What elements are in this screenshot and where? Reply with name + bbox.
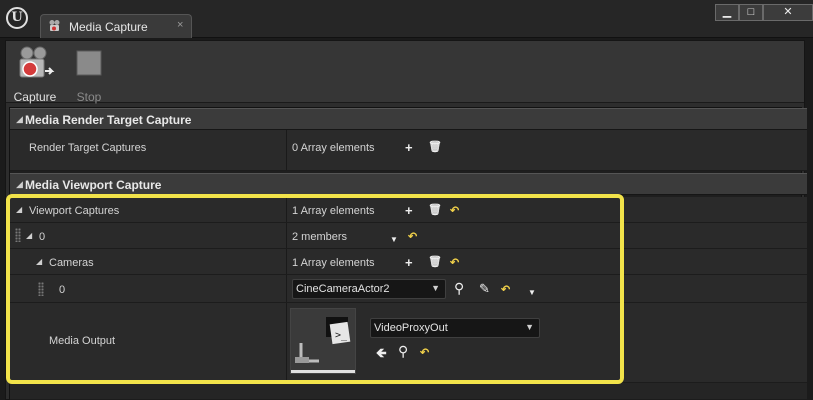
close-button[interactable]: ✕ — [763, 4, 813, 21]
minimize-button[interactable]: ▁ — [715, 4, 739, 21]
section-viewport-capture[interactable]: ◢ Media Viewport Capture — [10, 173, 807, 195]
capture-label: Capture — [13, 90, 57, 104]
unreal-logo-icon: U — [6, 7, 28, 29]
collapse-arrow-icon[interactable]: ◢ — [16, 114, 23, 125]
section-title: Media Viewport Capture — [25, 178, 162, 192]
add-element-icon[interactable]: + — [405, 141, 413, 154]
section-title: Media Render Target Capture — [25, 113, 192, 127]
highlight-box — [6, 194, 624, 384]
window-controls: ▁ □ ✕ — [715, 4, 813, 22]
column-divider[interactable] — [286, 130, 287, 170]
row-render-target-captures: Render Target Captures 0 Array elements … — [10, 130, 807, 171]
tab-close-icon[interactable]: × — [177, 19, 183, 31]
panel-bottom-row — [10, 383, 807, 400]
media-capture-tab-icon — [49, 20, 60, 31]
delete-all-icon[interactable]: 🗑 — [428, 141, 442, 154]
maximize-button[interactable]: □ — [739, 4, 763, 21]
tab-media-capture[interactable]: Media Capture × — [40, 14, 192, 38]
stop-label: Stop — [76, 90, 102, 104]
tab-title: Media Capture — [69, 20, 148, 34]
capture-camera-icon — [19, 46, 55, 78]
section-render-target-capture[interactable]: ◢ Media Render Target Capture — [10, 108, 807, 130]
array-count: 0 Array elements — [292, 142, 375, 154]
capture-button[interactable]: Capture — [11, 45, 59, 104]
collapse-arrow-icon[interactable]: ◢ — [16, 179, 23, 190]
stop-icon — [76, 50, 102, 76]
stop-button[interactable]: Stop — [65, 45, 113, 104]
property-name: Render Target Captures — [29, 142, 147, 154]
title-bar: U Media Capture × ▁ □ ✕ — [0, 0, 813, 38]
property-value: 0 Array elements + 🗑 — [292, 130, 807, 170]
toolbar: Capture Stop — [6, 41, 804, 104]
